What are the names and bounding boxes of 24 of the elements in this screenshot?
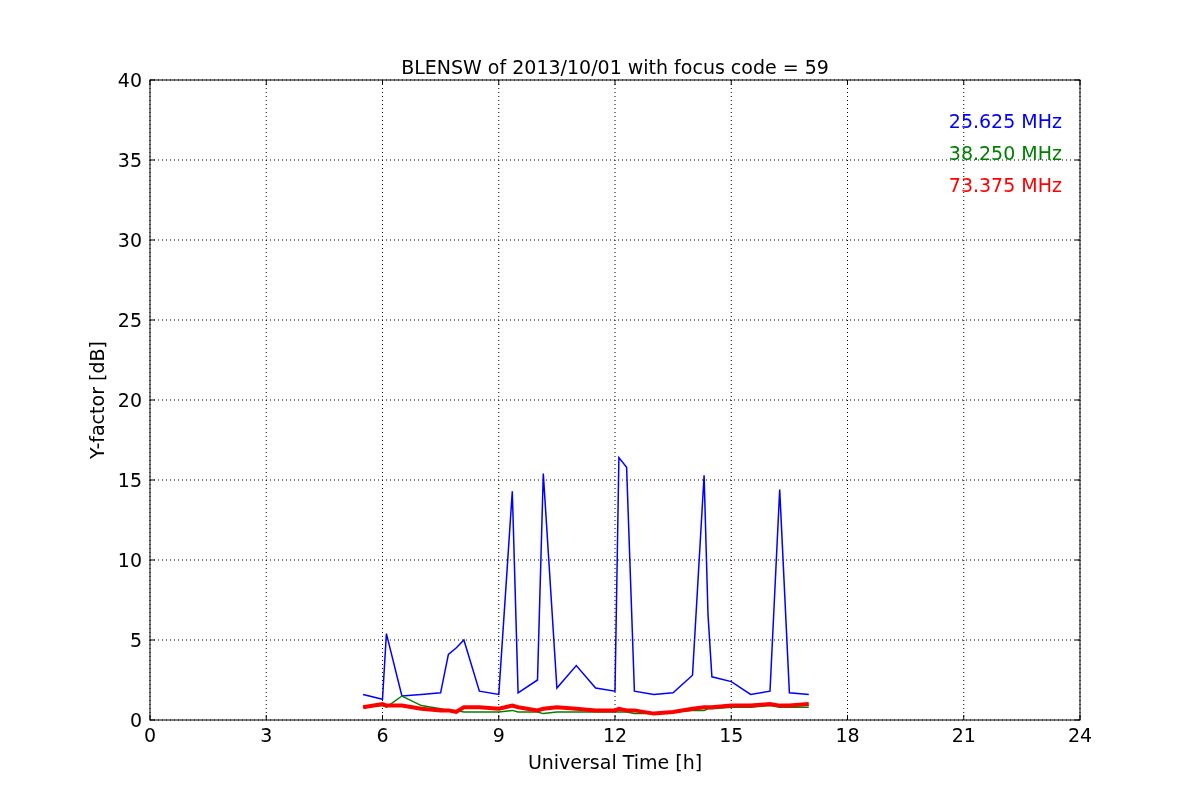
- y-tick-label: 30: [117, 229, 142, 251]
- x-tick-label: 12: [602, 724, 628, 746]
- y-tick-label: 20: [117, 389, 142, 411]
- legend-label: 25.625 MHz: [948, 110, 1062, 132]
- y-tick-label: 5: [129, 629, 142, 651]
- chart-title: BLENSW of 2013/10/01 with focus code = 59: [401, 56, 829, 78]
- legend-label: 73.375 MHz: [948, 174, 1062, 196]
- x-tick-label: 6: [376, 724, 389, 746]
- x-tick-label: 15: [719, 724, 744, 746]
- y-tick-label: 10: [117, 549, 142, 571]
- y-tick-label: 15: [117, 469, 142, 491]
- y-tick-label: 25: [117, 309, 142, 331]
- x-axis-label: Universal Time [h]: [527, 751, 703, 773]
- x-tick-label: 0: [143, 724, 157, 746]
- x-tick-label: 24: [1067, 724, 1093, 746]
- x-tick-label: 18: [835, 724, 860, 746]
- y-tick-label: 0: [129, 709, 142, 731]
- legend-label: 38.250 MHz: [948, 142, 1062, 164]
- x-tick-label: 3: [260, 724, 273, 746]
- x-tick-label: 9: [492, 724, 505, 746]
- x-tick-label: 21: [951, 724, 976, 746]
- y-axis-label: Y-factor [dB]: [86, 341, 108, 459]
- y-tick-label: 35: [117, 149, 142, 171]
- y-tick-label: 40: [117, 69, 142, 91]
